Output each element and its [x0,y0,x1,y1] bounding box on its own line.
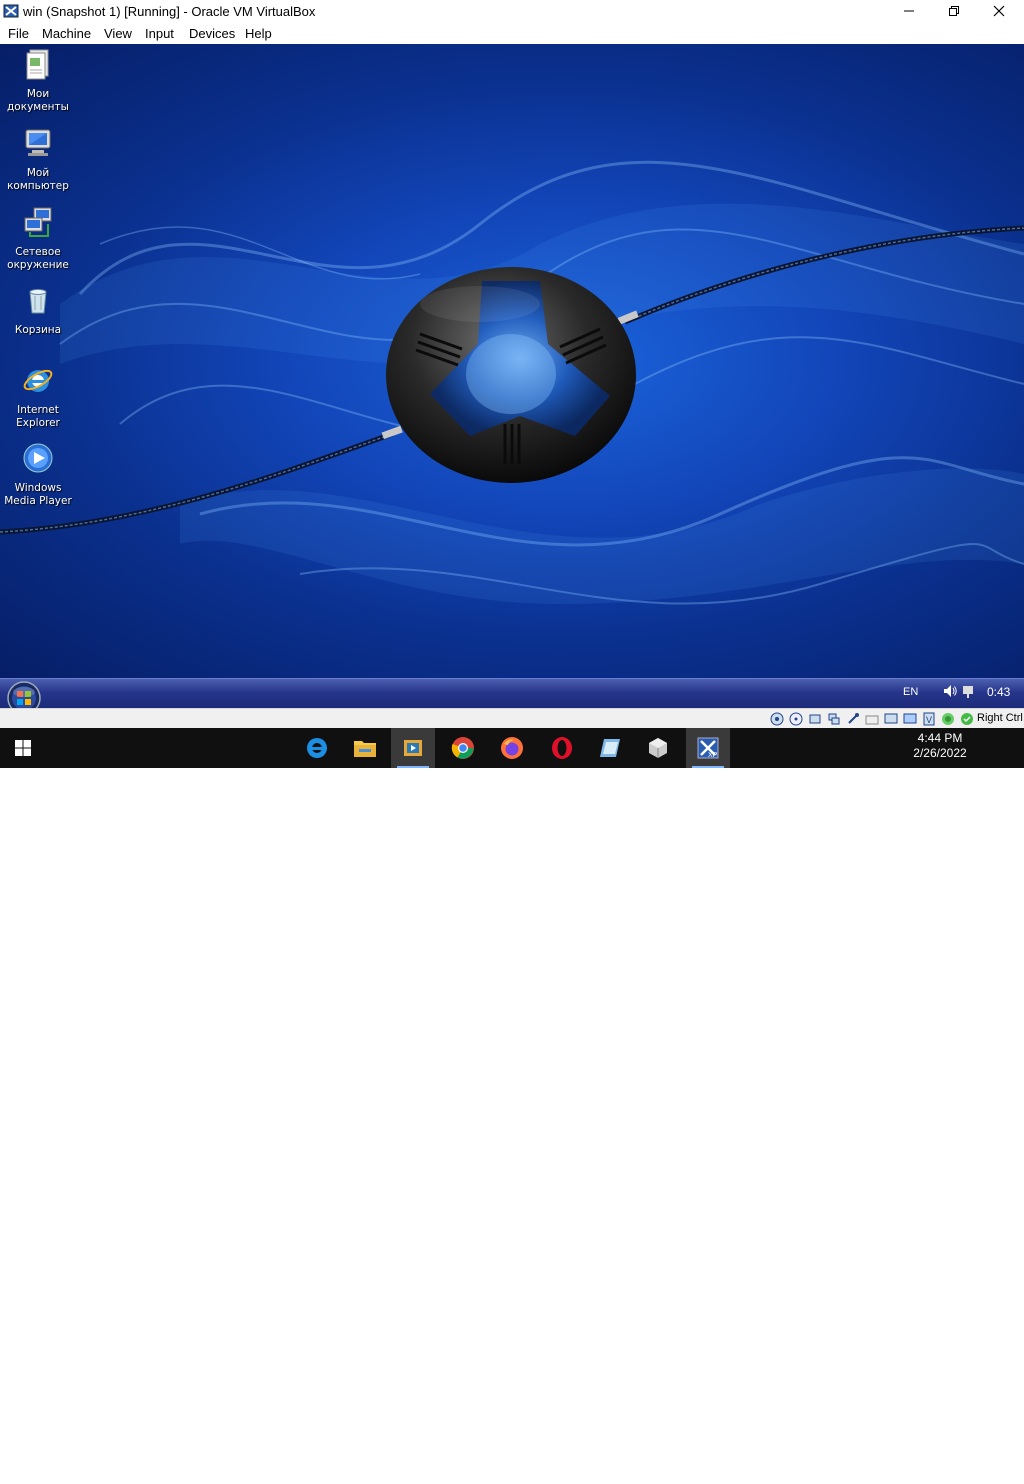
desktop-icon-label: Корзина [14,324,62,336]
windows-logo-icon [15,740,31,756]
internet-explorer-icon [23,369,53,392]
restore-button[interactable] [931,0,977,22]
recycle-bin-icon [29,289,47,314]
language-indicator[interactable]: EN [903,686,918,698]
shared-folders-icon[interactable] [865,712,879,726]
virtualbox-cube-icon [649,738,667,758]
svg-text:V: V [926,715,932,725]
svg-text:XP: XP [708,752,718,759]
show-hidden-icons-chevron-icon[interactable] [840,1468,856,1484]
network-places-icon [24,207,52,237]
virtualbox-xp-vm-icon: XP [697,737,719,759]
close-icon [993,5,1005,17]
close-button[interactable] [976,0,1022,22]
audio-icon[interactable] [808,712,822,726]
mouse-integration-icon[interactable] [941,712,955,726]
keyboard-capture-icon[interactable] [960,712,974,726]
menu-bar: File Machine View Input Devices Help [0,22,1024,44]
hard-disk-icon[interactable] [770,712,784,726]
my-computer-icon [25,129,51,156]
desktop-icon-label: Windows Media Player [4,482,72,507]
host-taskbar: XP [0,728,1024,1484]
window-title: win (Snapshot 1) [Running] - Oracle VM V… [23,4,316,19]
minimize-icon [904,10,914,12]
optical-drive-icon[interactable] [789,712,803,726]
taskbar-app-edge[interactable] [295,728,339,768]
virtualbox-vm-icon [3,4,19,18]
taskbar-app-virtualbox-vm[interactable]: XP [686,728,730,768]
media-app-icon [404,740,422,756]
desktop-icon-recycle-bin[interactable]: Корзина [0,284,76,337]
vbox-status-bar: V Right Ctrl [0,708,1024,729]
window-titlebar: win (Snapshot 1) [Running] - Oracle VM V… [0,0,1024,22]
desktop-icon-label: Мой компьютер [7,167,69,192]
guest-clock[interactable]: 0:43 [987,685,1010,699]
minimize-button[interactable] [886,0,932,22]
host-volume-icon[interactable] [886,1468,902,1484]
host-clock[interactable]: 4:44 PM 2/26/2022 [905,731,975,761]
taskbar-app-virtualbox[interactable] [636,728,680,768]
safely-remove-hardware-icon[interactable] [960,683,976,699]
guest-taskbar [0,678,1024,709]
desktop-icon-label: Сетевое окружение [7,246,69,271]
desktop-icon-label: Internet Explorer [16,404,60,429]
taskbar-app-opera[interactable] [540,728,584,768]
notifications-icon[interactable] [983,1468,999,1484]
host-date: 2/26/2022 [913,746,967,760]
network-icon[interactable] [863,1468,879,1484]
firefox-icon [501,737,523,759]
opera-icon [552,737,572,759]
display-icon[interactable] [884,712,898,726]
desktop-wallpaper [0,160,1024,605]
taskbar-app-chrome[interactable] [441,728,485,768]
edge-legacy-icon [307,738,327,758]
menu-machine[interactable]: Machine [42,26,91,41]
chrome-icon [451,737,474,759]
taskbar-app-media[interactable] [391,728,435,768]
desktop-icon-network-places[interactable]: Сетевое окружение [0,206,76,272]
desktop-icon-internet-explorer[interactable]: Internet Explorer [0,364,76,430]
file-explorer-icon [354,741,376,757]
host-key-label: Right Ctrl [977,712,1023,724]
media-player-icon [23,443,53,473]
host-start-button[interactable] [0,728,46,768]
desktop-icon-label: Мои документы [7,88,69,113]
desktop-icon-my-computer[interactable]: Мой компьютер [0,127,76,193]
menu-view[interactable]: View [104,26,132,41]
menu-file[interactable]: File [8,26,29,41]
notepad-app-icon [600,739,620,757]
vm-display[interactable]: Мои документы Мой компьютер Сетевое окру… [0,44,1024,678]
menu-input[interactable]: Input [145,26,174,41]
taskbar-app-file-explorer[interactable] [343,728,387,768]
usb-icon[interactable] [846,712,860,726]
taskbar-app-firefox[interactable] [490,728,534,768]
virtualization-icon[interactable]: V [922,712,936,726]
menu-help[interactable]: Help [245,26,272,41]
menu-devices[interactable]: Devices [189,26,235,41]
network-adapter-icon[interactable] [827,712,841,726]
restore-icon [949,6,959,16]
desktop-icon-my-documents[interactable]: Мои документы [0,48,76,114]
taskbar-app-notepad[interactable] [588,728,632,768]
volume-icon[interactable] [942,683,958,699]
host-time: 4:44 PM [917,731,963,745]
video-capture-icon[interactable] [903,712,917,726]
my-documents-icon [26,49,49,80]
desktop-icon-media-player[interactable]: Windows Media Player [0,442,76,508]
